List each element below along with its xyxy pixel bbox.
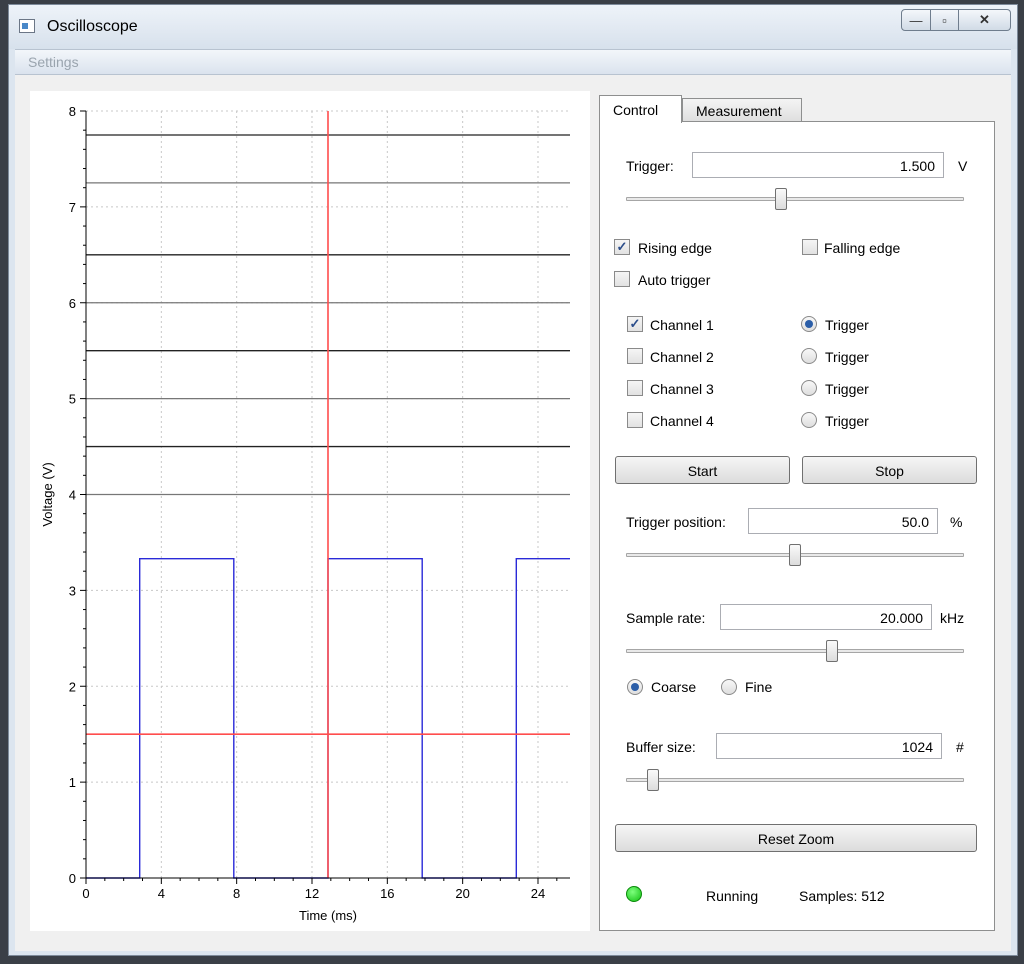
channel-3-label: Channel 3 (650, 381, 714, 397)
rising-edge-label: Rising edge (638, 240, 712, 256)
tab-control[interactable]: Control (599, 95, 682, 123)
axes: 0123456780 4 8 12 16 20 24Time (ms)Voltage (V) (40, 104, 570, 923)
trigger-position-label: Trigger position: (626, 514, 726, 530)
coarse-label: Coarse (651, 679, 697, 695)
y-tick-label: 4 (69, 488, 76, 503)
title-bar[interactable]: Oscilloscope — ▫ ✕ (9, 5, 1017, 49)
channel-4-label: Channel 4 (650, 413, 714, 429)
buffer-size-slider-track[interactable] (626, 778, 964, 782)
reset-zoom-button[interactable]: Reset Zoom (615, 824, 977, 852)
trigger-label: Trigger: (626, 158, 674, 174)
y-tick-label: 7 (69, 200, 76, 215)
y-tick-label: 6 (69, 296, 76, 311)
y-tick-label: 1 (69, 775, 76, 790)
channel-3-trigger-label: Trigger (825, 381, 869, 397)
minimize-button[interactable]: — (901, 9, 931, 31)
oscilloscope-plot[interactable]: 0 1 2 3 4 5 6 7 8 0 4 8 12 16 20 24 Time (ms) Voltage (V) (30, 91, 590, 931)
buffer-size-slider-handle[interactable] (647, 769, 660, 791)
buffer-size-label: Buffer size: (626, 739, 696, 755)
x-tick-label: 20 (455, 886, 469, 901)
y-tick-label: 0 (69, 871, 76, 886)
sample-rate-input[interactable]: 20.000 (720, 604, 932, 630)
menu-bar: Settings (15, 49, 1011, 75)
rising-edge-checkbox[interactable]: ✓ (614, 239, 630, 255)
trigger-slider-handle[interactable] (775, 188, 788, 210)
sample-rate-unit: kHz (940, 610, 965, 626)
buffer-size-unit: # (956, 739, 964, 755)
control-panel: Trigger: 1.500 V ✓ Rising edge Falling e… (599, 121, 995, 931)
channel-1-trigger-label: Trigger (825, 317, 869, 333)
trigger-position-slider-handle[interactable] (789, 544, 801, 566)
main-area: 0 1 2 3 4 5 6 7 8 0 4 8 12 16 20 24 Time (ms) Voltage (V)… (15, 75, 1011, 951)
samples-count: Samples: 512 (799, 888, 885, 904)
sample-rate-slider-track[interactable] (626, 649, 964, 653)
x-tick-label: 8 (233, 886, 240, 901)
fine-label: Fine (745, 679, 773, 695)
y-tick-label: 3 (69, 583, 76, 598)
status-led (626, 886, 642, 902)
y-tick-label: 2 (69, 679, 76, 694)
minimize-icon: — (909, 12, 923, 28)
trigger-position-unit: % (950, 514, 963, 530)
auto-trigger-label: Auto trigger (638, 272, 711, 288)
channel-1-label: Channel 1 (650, 317, 714, 333)
x-tick-label: 0 (82, 886, 89, 901)
trigger-position-input[interactable]: 50.0 (748, 508, 938, 534)
trigger-input[interactable]: 1.500 (692, 152, 944, 178)
sample-rate-label: Sample rate: (626, 610, 706, 626)
window-title: Oscilloscope (47, 18, 138, 35)
start-button[interactable]: Start (615, 456, 790, 484)
status-text: Running (706, 888, 759, 904)
channel-1-checkbox[interactable]: ✓ (627, 316, 643, 332)
x-tick-label: 16 (380, 886, 394, 901)
oscilloscope-window: Oscilloscope — ▫ ✕ Settings 012345678048… (8, 4, 1018, 956)
close-icon: ✕ (979, 12, 990, 27)
falling-edge-checkbox[interactable] (802, 239, 818, 255)
tab-measurement[interactable]: Measurement (682, 98, 802, 121)
channel-4-trigger-label: Trigger (825, 413, 869, 429)
coarse-radio[interactable] (627, 679, 643, 695)
buffer-size-input[interactable]: 1024 (716, 733, 942, 759)
channel-3-trigger-radio[interactable] (801, 380, 817, 396)
app-icon (19, 19, 35, 33)
channel-2-checkbox[interactable] (627, 348, 643, 364)
channel-3-checkbox[interactable] (627, 380, 643, 396)
x-tick-label: 4 (158, 886, 165, 901)
menu-settings[interactable]: Settings (28, 54, 79, 70)
trigger-unit: V (958, 158, 968, 174)
x-axis-label: Time (ms) (299, 908, 357, 923)
channel-2-trigger-radio[interactable] (801, 348, 817, 364)
trigger-slider-track[interactable] (626, 197, 964, 201)
fine-radio[interactable] (721, 679, 737, 695)
y-axis-label: Voltage (V) (40, 462, 55, 526)
channel-2-label: Channel 2 (650, 349, 714, 365)
channel-1-trigger-radio[interactable] (801, 316, 817, 332)
sample-rate-slider-handle[interactable] (826, 640, 839, 662)
window-controls: — ▫ ✕ (901, 9, 1011, 33)
maximize-icon: ▫ (942, 12, 947, 28)
x-tick-label: 24 (531, 886, 545, 901)
plot-canvas[interactable]: 0123456780 4 8 12 16 20 24Time (ms)Voltage (V) (30, 91, 590, 931)
channel-4-checkbox[interactable] (627, 412, 643, 428)
channel-4-trigger-radio[interactable] (801, 412, 817, 428)
y-tick-label: 5 (69, 392, 76, 407)
falling-edge-label: Falling edge (824, 240, 901, 256)
channel-2-trigger-label: Trigger (825, 349, 869, 365)
x-tick-label: 12 (305, 886, 319, 901)
stop-button[interactable]: Stop (802, 456, 977, 484)
auto-trigger-checkbox[interactable] (614, 271, 630, 287)
close-button[interactable]: ✕ (959, 9, 1011, 31)
y-tick-label: 8 (69, 104, 76, 119)
maximize-button[interactable]: ▫ (931, 9, 959, 31)
